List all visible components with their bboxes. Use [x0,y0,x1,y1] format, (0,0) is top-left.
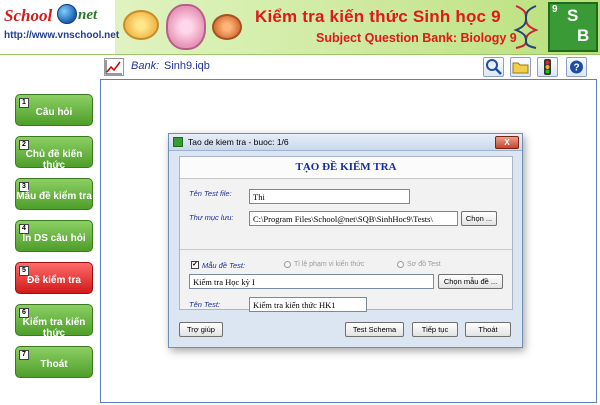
dialog-panel: TẠO ĐỀ KIỂM TRA Tên Test file: Thi Thư m… [179,156,513,312]
status-button[interactable] [537,57,558,77]
radio-test-schema[interactable] [397,261,404,268]
folder-input[interactable]: C:\Program Files\School@net\SQB\SinhHoc9… [249,211,458,226]
logo-school-text: School [4,6,53,25]
panel-heading: TẠO ĐỀ KIỂM TRA [180,157,512,179]
cell-image [123,10,159,40]
toolbar: Bank: Sinh9.iqb ? [100,56,600,78]
traffic-light-icon [544,59,551,75]
template-checkbox[interactable]: ✓ [191,261,199,269]
school-net-logo: School net http://www.vnschool.net [0,0,119,54]
nav-in-ds-cau-hoi[interactable]: 4 In DS câu hỏi [15,220,93,252]
sqb-logo: 9 S B [548,2,598,52]
svg-text:?: ? [573,63,579,74]
create-test-dialog: Tao de kiem tra - buoc: 1/6 X TẠO ĐỀ KIỂ… [168,133,523,348]
folder-label: Thư mục lưu: [189,213,234,222]
test-file-input[interactable]: Thi [249,189,410,204]
app-title: Kiểm tra kiến thức Sinh học 9 [255,7,501,26]
radio-test-schema-label: Sơ đồ Test [407,261,441,268]
logo-url: http://www.vnschool.net [4,30,120,41]
radio-knowledge-scope[interactable] [284,261,291,268]
radio-knowledge-scope-label: Tỉ lệ phạm vi kiến thức [294,261,365,268]
chart-icon[interactable] [104,58,124,76]
nav-de-kiem-tra[interactable]: 5 Đề kiểm tra [15,262,93,294]
choose-template-button[interactable]: Chọn mẫu đề ... [438,274,503,289]
cell-illustration [118,0,248,54]
close-button[interactable]: X [495,136,519,149]
logo-net-text: net [78,7,98,23]
dialog-heading: TẠO ĐỀ KIỂM TRA [295,161,397,173]
cell-image [212,14,242,40]
app-header: School net http://www.vnschool.net Kiểm … [0,0,600,55]
search-icon [486,59,502,75]
folder-icon [512,62,529,74]
globe-icon [57,4,77,24]
exit-button[interactable]: Thoát [465,322,511,337]
bank-label: Bank: [131,60,160,72]
test-name-input[interactable]: Kiểm tra kiến thức HK1 [249,297,367,312]
separator [180,249,512,250]
dialog-title: Tao de kiem tra - buoc: 1/6 [188,137,289,147]
test-file-label: Tên Test file: [189,189,232,198]
choose-folder-button[interactable]: Chọn ... [461,211,497,226]
template-input[interactable]: Kiểm tra Học kỳ I [189,274,434,289]
search-button[interactable] [483,57,504,77]
nav-cau-hoi[interactable]: 1 Câu hỏi [15,94,93,126]
nav-thoat[interactable]: 7 Thoát [15,346,93,378]
help-icon: ? [570,60,583,74]
test-name-label: Tên Test: [189,300,220,309]
nav-mau-de-kiem-tra[interactable]: 3 Mẫu đề kiểm tra [15,178,93,210]
dialog-title-bar[interactable]: Tao de kiem tra - buoc: 1/6 X [169,134,522,151]
help-button[interactable]: ? [566,57,587,77]
cell-image [166,4,206,50]
dna-icon [513,5,539,49]
nav-kiem-tra-kien-thuc[interactable]: 6 Kiểm tra kiến thức [15,304,93,339]
app-subtitle: Subject Question Bank: Biology 9 [316,31,517,45]
help-dialog-button[interactable]: Trợ giúp [179,322,223,337]
test-schema-button[interactable]: Test Schema [345,322,404,337]
nav-chu-de-kien-thuc[interactable]: 2 Chủ đề kiến thức [15,136,93,171]
app-icon [173,137,183,147]
template-check-label: Mẫu đề Test: [202,261,246,270]
next-button[interactable]: Tiếp tục [412,322,458,337]
bank-value: Sinh9.iqb [164,60,210,72]
open-button[interactable] [510,57,531,77]
